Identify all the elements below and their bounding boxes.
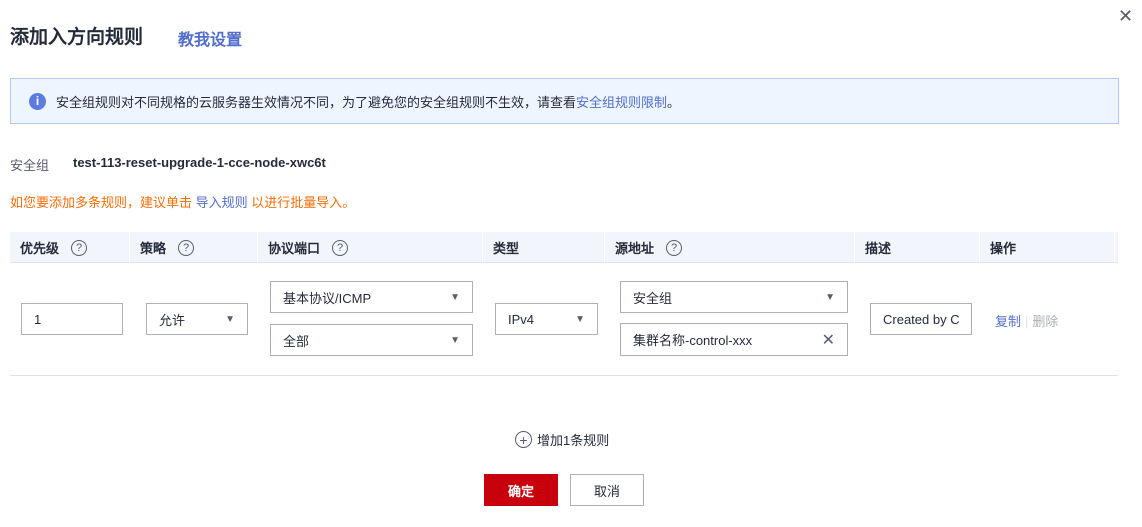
help-icon[interactable]: ? xyxy=(178,239,195,256)
add-rule-button[interactable]: + 增加1条规则 xyxy=(515,430,609,449)
source-value: 集群名称-control-xxx xyxy=(633,333,753,348)
chevron-down-icon: ▼ xyxy=(450,334,460,346)
type-value: IPv4 xyxy=(508,311,535,327)
import-tip: 如您要添加多条规则，建议单击 导入规则 以进行批量导入。 xyxy=(10,192,355,211)
col-protocol: 协议端口? xyxy=(258,232,483,263)
plus-circle-icon: + xyxy=(515,431,532,448)
description-value: Created by C xyxy=(883,311,960,327)
port-select[interactable]: 全部 ▼ xyxy=(270,324,473,356)
col-label: 策略 xyxy=(140,241,167,256)
col-policy: 策略? xyxy=(130,232,258,263)
col-actions: 操作 xyxy=(980,232,1115,263)
col-label: 描述 xyxy=(865,241,892,256)
priority-input[interactable]: 1 xyxy=(21,303,123,335)
security-group-value: test-113-reset-upgrade-1-cce-node-xwc6t xyxy=(73,155,326,170)
teach-me-link[interactable]: 教我设置 xyxy=(178,26,242,50)
chevron-down-icon: ▼ xyxy=(575,313,585,325)
chevron-down-icon: ▼ xyxy=(825,291,835,303)
description-input[interactable]: Created by C xyxy=(870,303,972,335)
clear-icon[interactable]: ✕ xyxy=(822,330,835,350)
security-group-label: 安全组 xyxy=(10,158,50,173)
help-icon[interactable]: ? xyxy=(332,239,349,256)
table-header: 优先级? 策略? 协议端口? 类型 源地址? 描述 操作 xyxy=(10,232,1118,263)
col-description: 描述 xyxy=(855,232,980,263)
col-label: 协议端口 xyxy=(268,241,321,256)
col-source: 源地址? xyxy=(605,232,855,263)
col-label: 优先级 xyxy=(20,241,60,256)
source-value-select[interactable]: 集群名称-control-xxx ✕ xyxy=(620,323,848,356)
policy-select[interactable]: 允许 ▼ xyxy=(146,303,248,335)
chevron-down-icon: ▼ xyxy=(225,313,235,325)
col-type: 类型 xyxy=(483,232,605,263)
port-value: 全部 xyxy=(283,333,310,349)
divider xyxy=(10,375,1118,376)
alert-text: 安全组规则对不同规格的云服务器生效情况不同，为了避免您的安全组规则不生效，请查看 xyxy=(56,94,577,110)
col-label: 源地址 xyxy=(615,241,655,256)
delete-link[interactable]: 删除 xyxy=(1032,314,1058,329)
info-icon: i xyxy=(29,92,46,110)
policy-value: 允许 xyxy=(159,312,186,328)
confirm-button[interactable]: 确定 xyxy=(484,474,558,506)
row-actions: 复制 | 删除 xyxy=(995,314,1059,329)
tip-text: 如您要添加多条规则，建议单击 xyxy=(10,195,196,210)
rule-limits-link[interactable]: 安全组规则限制 xyxy=(576,92,667,111)
copy-link[interactable]: 复制 xyxy=(995,314,1021,329)
col-label: 操作 xyxy=(990,241,1017,256)
tip-text-end: 以进行批量导入。 xyxy=(247,195,356,210)
help-icon[interactable]: ? xyxy=(666,239,683,256)
close-icon[interactable]: ✕ xyxy=(1118,6,1133,27)
col-label: 类型 xyxy=(493,241,520,256)
source-type-select[interactable]: 安全组 ▼ xyxy=(620,281,848,313)
source-type-value: 安全组 xyxy=(633,290,673,306)
protocol-value: 基本协议/ICMP xyxy=(283,290,372,306)
dialog-title: 添加入方向规则 xyxy=(10,27,144,48)
protocol-select[interactable]: 基本协议/ICMP ▼ xyxy=(270,281,473,313)
cancel-button[interactable]: 取消 xyxy=(570,474,644,506)
alert-end: 。 xyxy=(667,94,681,110)
help-icon[interactable]: ? xyxy=(71,239,88,256)
type-select[interactable]: IPv4 ▼ xyxy=(495,303,598,335)
add-rule-label: 增加1条规则 xyxy=(537,433,610,448)
priority-value: 1 xyxy=(34,311,42,327)
info-alert: i 安全组规则对不同规格的云服务器生效情况不同，为了避免您的安全组规则不生效，请… xyxy=(10,78,1119,124)
chevron-down-icon: ▼ xyxy=(450,291,460,303)
col-priority: 优先级? xyxy=(10,232,130,263)
import-rules-link[interactable]: 导入规则 xyxy=(196,195,248,210)
